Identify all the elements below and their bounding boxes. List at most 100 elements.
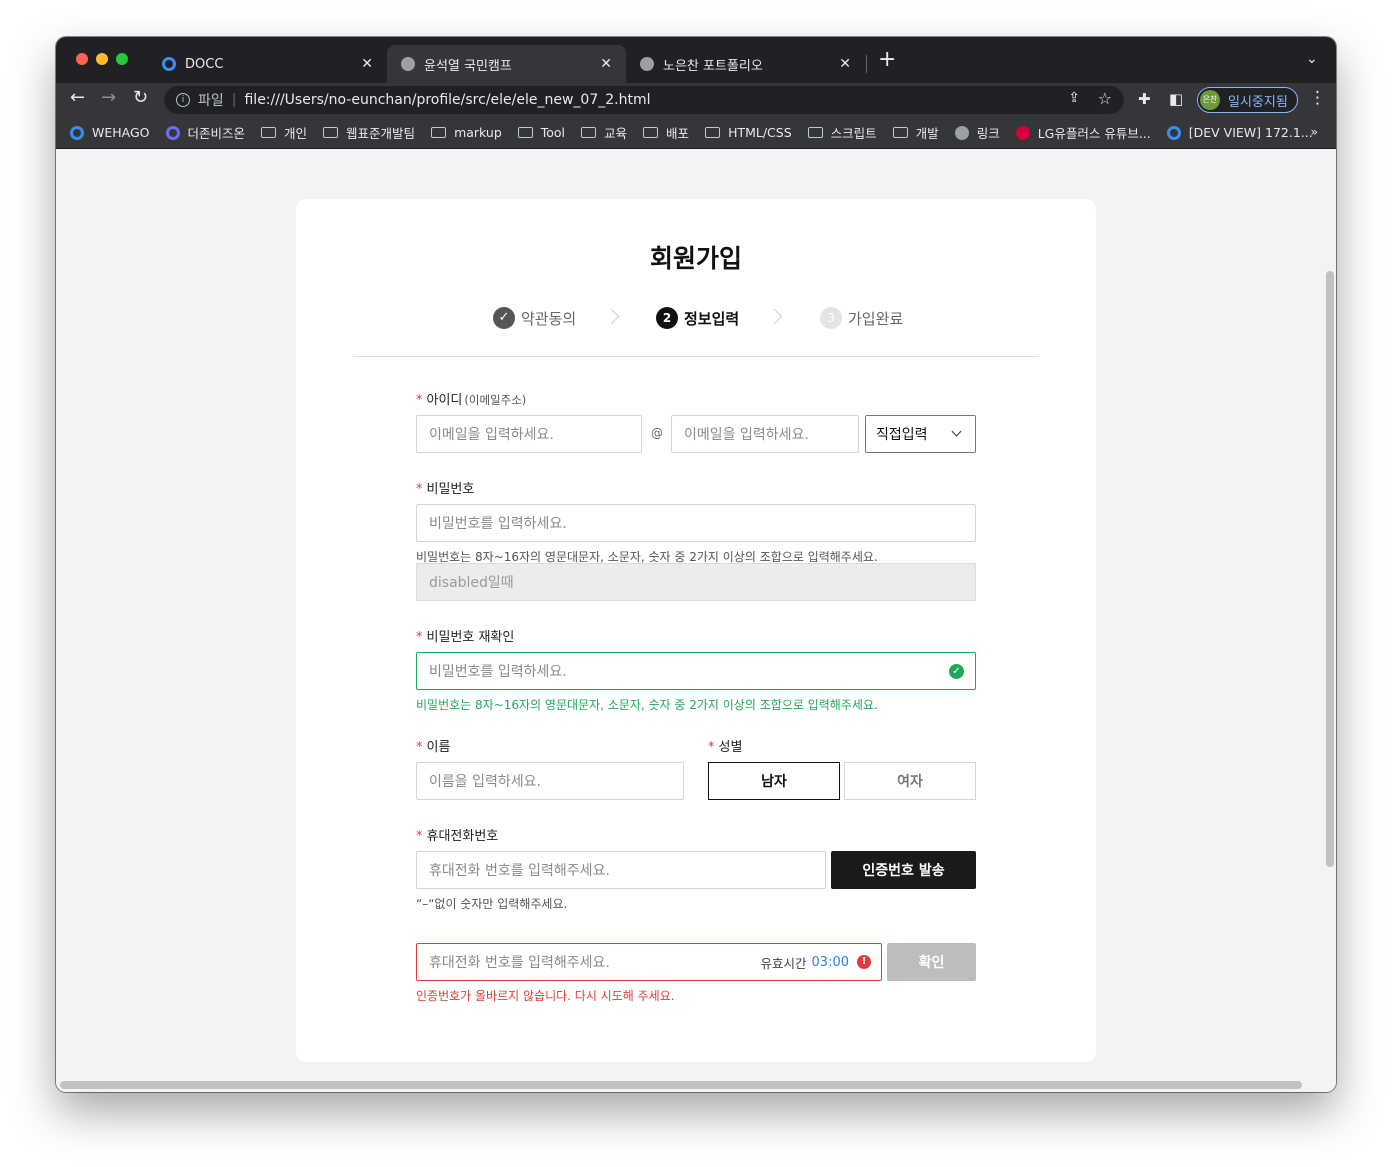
name-label-text: 이름 xyxy=(426,740,451,755)
folder-icon xyxy=(581,127,597,138)
share-icon[interactable]: ⇪ xyxy=(1068,90,1080,106)
step-info: 2 정보입력 xyxy=(656,307,739,329)
id-label-text: 아이디 xyxy=(426,393,463,408)
new-tab-button[interactable]: + xyxy=(878,47,896,72)
bookmark-label: markup xyxy=(454,125,502,140)
folder-icon xyxy=(323,127,339,138)
password-input[interactable]: 비밀번호를 입력하세요. xyxy=(416,504,976,542)
page-content: 회원가입 ✓ 약관동의 2 정보입력 3 가입완료 * 아이디 (이메일주소) … xyxy=(56,149,1336,1092)
bookmark-folder-markup[interactable]: markup xyxy=(431,125,502,140)
gender-female-button[interactable]: 여자 xyxy=(844,762,976,800)
window-controls xyxy=(76,53,128,65)
bookmark-label: HTML/CSS xyxy=(728,125,792,140)
tab-close-icon[interactable]: ✕ xyxy=(839,56,851,72)
confirm-code-button[interactable]: 확인 xyxy=(887,943,976,981)
globe-icon xyxy=(401,57,415,71)
close-window-button[interactable] xyxy=(76,53,88,65)
id-label: * 아이디 (이메일주소) xyxy=(416,389,526,408)
bookmark-folder-webstd[interactable]: 웹표준개발팀 xyxy=(323,123,415,142)
gender-label-text: 성별 xyxy=(718,740,743,755)
verification-code-input[interactable]: 휴대전화 번호를 입력해주세요. 유효시간 03:00 ! xyxy=(416,943,882,981)
bookmark-label: 배포 xyxy=(666,126,690,141)
browser-menu-icon[interactable]: ⋮ xyxy=(1309,88,1326,108)
password-confirm-input[interactable]: 비밀번호를 입력하세요. ✓ xyxy=(416,652,976,690)
docc-favicon-icon xyxy=(162,57,176,71)
url-text[interactable]: file:///Users/no-eunchan/profile/src/ele… xyxy=(244,92,650,108)
reload-button[interactable]: ↻ xyxy=(133,87,148,108)
check-circle-icon: ✓ xyxy=(949,664,964,679)
email-domain-select[interactable]: 직접입력 xyxy=(865,415,976,453)
profile-button[interactable]: 은찬 일시중지됨 xyxy=(1197,87,1298,113)
bookmark-folder-htmlcss[interactable]: HTML/CSS xyxy=(705,125,792,140)
folder-icon xyxy=(892,127,908,138)
tab-portfolio[interactable]: 노은찬 포트폴리오 ✕ xyxy=(626,45,865,83)
bookmark-folder-dev[interactable]: 개발 xyxy=(892,123,939,142)
browser-window: DOCC ✕ 윤석열 국민캠프 ✕ 노은찬 포트폴리오 ✕ + ⌄ ← → ↻ … xyxy=(56,37,1336,1092)
tab-label: DOCC xyxy=(185,56,224,72)
more-bookmarks-button[interactable]: » xyxy=(1310,124,1318,139)
bookmark-folder-deploy[interactable]: 배포 xyxy=(643,123,689,142)
address-bar[interactable]: i 파일 | file:///Users/no-eunchan/profile/… xyxy=(164,86,1124,114)
step-label: 가입완료 xyxy=(848,309,904,328)
step-indicator: ✓ 약관동의 2 정보입력 3 가입완료 xyxy=(296,307,1096,333)
tab-docc[interactable]: DOCC ✕ xyxy=(148,45,387,83)
header-divider xyxy=(354,356,1038,357)
site-info-icon[interactable]: i xyxy=(176,93,190,107)
send-code-button[interactable]: 인증번호 발송 xyxy=(831,851,976,889)
placeholder-text: 비밀번호를 입력하세요. xyxy=(429,516,567,532)
extensions-icon[interactable]: ✚ xyxy=(1138,90,1151,108)
tab-campaign[interactable]: 윤석열 국민캠프 ✕ xyxy=(387,45,626,83)
bookmark-folder-tool[interactable]: Tool xyxy=(517,125,566,140)
back-button[interactable]: ← xyxy=(70,87,85,108)
gender-male-button[interactable]: 남자 xyxy=(708,762,840,800)
bookmark-folder-personal[interactable]: 개인 xyxy=(261,123,307,142)
minimize-window-button[interactable] xyxy=(96,53,108,65)
tab-search-button[interactable]: ⌄ xyxy=(1306,51,1318,67)
scheme-label: 파일 xyxy=(198,93,224,109)
chevron-right-icon xyxy=(603,308,620,325)
bookmark-label: Tool xyxy=(540,125,566,140)
tab-label: 노은찬 포트폴리오 xyxy=(663,58,763,74)
bookmark-lg-youtube[interactable]: LG유플러스 유튜브... xyxy=(1015,123,1151,142)
verification-error-text: 인증번호가 올바르지 않습니다. 다시 시도해 주세요. xyxy=(416,989,675,1003)
wehago-icon xyxy=(70,125,84,140)
gender-label: * 성별 xyxy=(708,736,742,755)
email-domain-input[interactable]: 이메일을 입력하세요. xyxy=(671,415,859,453)
bookmark-dev-view[interactable]: [DEV VIEW] 172.1... xyxy=(1166,125,1313,140)
bookmark-link[interactable]: 링크 xyxy=(954,123,1000,142)
horizontal-scrollbar[interactable] xyxy=(60,1081,1302,1089)
tab-close-icon[interactable]: ✕ xyxy=(600,56,612,72)
password-label: * 비밀번호 xyxy=(416,478,474,497)
bookmark-label: 개인 xyxy=(284,126,308,141)
tab-close-icon[interactable]: ✕ xyxy=(361,56,373,72)
folder-icon xyxy=(431,127,447,138)
bookmark-wehago[interactable]: WEHAGO xyxy=(70,125,150,140)
email-local-input[interactable]: 이메일을 입력하세요. xyxy=(416,415,642,453)
placeholder-text: 휴대전화 번호를 입력해주세요. xyxy=(429,863,610,879)
bookmark-folder-script[interactable]: 스크립트 xyxy=(807,123,877,142)
bookmarks-bar: WEHAGO 더존비즈온 개인 웹표준개발팀 markup Tool 교육 배포… xyxy=(56,117,1336,149)
bookmark-douzone[interactable]: 더존비즈온 xyxy=(165,123,245,142)
avatar: 은찬 xyxy=(1200,90,1220,110)
required-mark: * xyxy=(416,630,423,645)
bookmark-label: WEHAGO xyxy=(92,125,150,140)
tab-strip: DOCC ✕ 윤석열 국민캠프 ✕ 노은찬 포트폴리오 ✕ + ⌄ xyxy=(56,37,1336,83)
required-mark: * xyxy=(416,740,423,755)
zoom-window-button[interactable] xyxy=(116,53,128,65)
placeholder-text: 이메일을 입력하세요. xyxy=(684,427,809,443)
required-mark: * xyxy=(416,829,423,844)
chevron-down-icon xyxy=(951,426,962,437)
at-sign: @ xyxy=(651,426,663,440)
phone-input[interactable]: 휴대전화 번호를 입력해주세요. xyxy=(416,851,826,889)
forward-button[interactable]: → xyxy=(101,87,116,108)
folder-icon xyxy=(807,127,823,138)
name-input[interactable]: 이름을 입력하세요. xyxy=(416,762,684,800)
browser-toolbar: ← → ↻ i 파일 | file:///Users/no-eunchan/pr… xyxy=(56,83,1336,117)
check-icon: ✓ xyxy=(493,307,515,329)
side-panel-icon[interactable]: ◧ xyxy=(1169,90,1183,108)
password-confirm-help-text: 비밀번호는 8자~16자의 영문대문자, 소문자, 숫자 중 2가지 이상의 조… xyxy=(416,698,878,712)
id-label-hint: (이메일주소) xyxy=(464,393,527,407)
vertical-scrollbar[interactable] xyxy=(1326,271,1334,867)
bookmark-folder-edu[interactable]: 교육 xyxy=(581,123,627,142)
bookmark-star-icon[interactable]: ☆ xyxy=(1098,89,1112,108)
